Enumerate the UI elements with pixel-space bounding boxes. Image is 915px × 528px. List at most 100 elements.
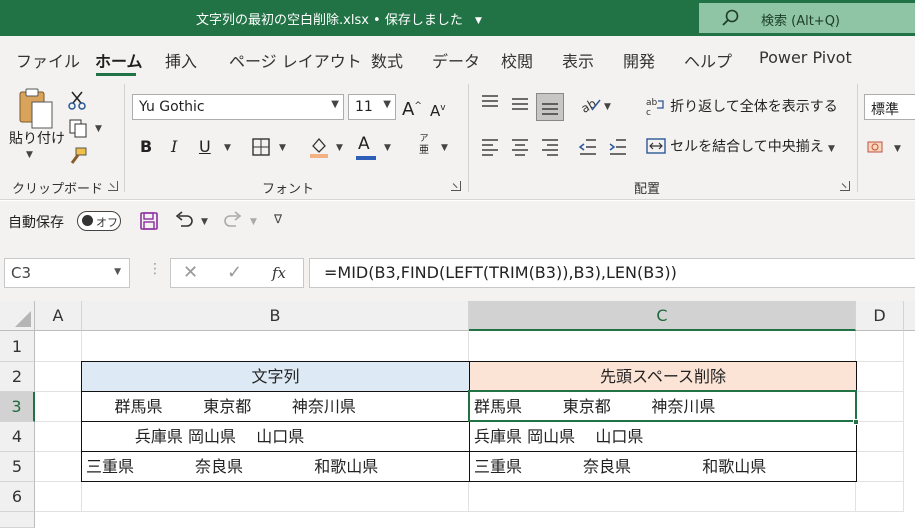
cell-c2[interactable]: 先頭スペース削除: [469, 361, 857, 392]
cell-a3[interactable]: [35, 392, 82, 422]
cell-b4[interactable]: 兵庫県 岡山県 山口県: [81, 421, 470, 452]
column-header-b[interactable]: B: [82, 301, 469, 331]
undo-dropdown-icon[interactable]: ▼: [201, 217, 208, 227]
cell-d3[interactable]: [856, 392, 904, 422]
row-header-1[interactable]: 1: [0, 331, 35, 362]
undo-icon[interactable]: [173, 211, 195, 231]
font-name-combo[interactable]: Yu Gothic ▼: [132, 94, 344, 120]
drag-handle-icon[interactable]: ⋮: [148, 261, 162, 277]
chevron-down-icon[interactable]: ▼: [114, 267, 121, 277]
cell-b1[interactable]: [82, 331, 469, 362]
column-header-c[interactable]: C: [469, 301, 856, 331]
format-painter-icon[interactable]: [68, 146, 88, 166]
orientation-icon[interactable]: ab: [578, 94, 602, 114]
tab-review[interactable]: 校閲: [501, 48, 533, 72]
tab-power-pivot[interactable]: Power Pivot: [759, 48, 852, 67]
borders-icon[interactable]: [251, 137, 271, 157]
align-bottom-button[interactable]: [536, 93, 564, 121]
paste-dropdown-icon[interactable]: ▼: [26, 150, 33, 160]
cell-d2[interactable]: [856, 362, 904, 392]
tab-help[interactable]: ヘルプ: [684, 48, 732, 72]
cell-c6[interactable]: [469, 482, 856, 512]
italic-button[interactable]: I: [171, 137, 177, 157]
cell-b6[interactable]: [82, 482, 469, 512]
chevron-down-icon[interactable]: ▼: [383, 99, 391, 110]
cell-a1[interactable]: [35, 331, 82, 362]
font-launcher-icon[interactable]: [451, 181, 461, 191]
search-box[interactable]: 検索 (Alt+Q): [699, 3, 915, 33]
cut-icon[interactable]: [68, 90, 86, 110]
cell-d4[interactable]: [856, 422, 904, 452]
currency-dropdown-icon[interactable]: ▼: [894, 144, 901, 154]
tab-home[interactable]: ホーム: [95, 48, 143, 72]
name-box[interactable]: C3 ▼: [4, 258, 130, 288]
grow-font-button[interactable]: A^: [402, 96, 422, 120]
row-header-2[interactable]: 2: [0, 362, 35, 392]
paste-button[interactable]: [16, 86, 56, 130]
paste-label[interactable]: 貼り付け: [9, 128, 65, 148]
redo-dropdown-icon[interactable]: ▼: [250, 217, 257, 227]
cell-a4[interactable]: [35, 422, 82, 452]
bold-button[interactable]: B: [140, 137, 152, 157]
autosave-toggle[interactable]: オフ: [77, 211, 121, 231]
insert-function-button[interactable]: fx: [272, 264, 286, 282]
align-top-icon[interactable]: [480, 94, 500, 110]
copy-dropdown-icon[interactable]: ▼: [95, 124, 102, 134]
align-center-icon[interactable]: [510, 138, 530, 156]
underline-button[interactable]: U: [199, 137, 211, 157]
cell-c4[interactable]: 兵庫県 岡山県 山口県: [469, 421, 857, 452]
align-right-icon[interactable]: [540, 138, 560, 156]
enter-icon[interactable]: ✓: [227, 262, 242, 283]
cell-c3[interactable]: 群馬県 東京都 神奈川県: [469, 391, 857, 422]
align-middle-icon[interactable]: [510, 96, 530, 112]
cell-a6[interactable]: [35, 482, 82, 512]
cell-a5[interactable]: [35, 452, 82, 482]
borders-dropdown-icon[interactable]: ▼: [279, 143, 286, 153]
fill-color-icon[interactable]: [308, 135, 330, 159]
phonetic-dropdown-icon[interactable]: ▼: [441, 143, 448, 153]
cell-b3[interactable]: 群馬県 東京都 神奈川県: [81, 391, 470, 422]
customize-qat-icon[interactable]: ∇: [274, 212, 282, 226]
align-left-icon[interactable]: [480, 138, 500, 156]
row-header-6[interactable]: 6: [0, 482, 35, 512]
underline-dropdown-icon[interactable]: ▼: [224, 143, 231, 153]
tab-view[interactable]: 表示: [562, 48, 594, 72]
increase-indent-icon[interactable]: [608, 138, 628, 156]
row-header-4[interactable]: 4: [0, 422, 35, 452]
merge-center-button[interactable]: セルを結合して中央揃え: [646, 136, 824, 160]
font-color-button[interactable]: A: [358, 134, 370, 154]
cell-a2[interactable]: [35, 362, 82, 392]
decrease-indent-icon[interactable]: [578, 138, 598, 156]
currency-format-icon[interactable]: [866, 138, 888, 158]
tab-formulas[interactable]: 数式: [371, 48, 403, 72]
clipboard-launcher-icon[interactable]: [108, 181, 118, 191]
redo-icon[interactable]: [222, 211, 244, 231]
column-header-e[interactable]: [904, 301, 915, 331]
row-header-3[interactable]: 3: [0, 392, 35, 422]
tab-developer[interactable]: 開発: [623, 48, 655, 72]
cell-d1[interactable]: [856, 331, 904, 362]
cell-c5[interactable]: 三重県 奈良県 和歌山県: [469, 451, 857, 482]
row-header-7[interactable]: [0, 512, 35, 528]
merge-dropdown-icon[interactable]: ▼: [828, 144, 835, 154]
number-format-combo[interactable]: 標準: [864, 94, 915, 120]
tab-data[interactable]: データ: [432, 48, 480, 72]
cell-d6[interactable]: [856, 482, 904, 512]
row-header-5[interactable]: 5: [0, 452, 35, 482]
tab-file[interactable]: ファイル: [16, 48, 80, 72]
cell-c1[interactable]: [469, 331, 856, 362]
cell-d5[interactable]: [856, 452, 904, 482]
shrink-font-button[interactable]: Av: [430, 98, 446, 121]
phonetic-guide-button[interactable]: ア 亜: [414, 134, 434, 158]
cell-b5[interactable]: 三重県 奈良県 和歌山県: [81, 451, 470, 482]
fill-handle[interactable]: [853, 419, 859, 425]
orientation-dropdown-icon[interactable]: ▼: [604, 102, 611, 112]
tab-page-layout[interactable]: ページ レイアウト: [229, 48, 362, 72]
font-size-combo[interactable]: 11 ▼: [348, 94, 396, 120]
font-color-dropdown-icon[interactable]: ▼: [384, 143, 391, 153]
alignment-launcher-icon[interactable]: [840, 181, 850, 191]
copy-icon[interactable]: [68, 118, 88, 138]
formula-input[interactable]: =MID(B3,FIND(LEFT(TRIM(B3)),B3),LEN(B3)): [309, 258, 915, 288]
cancel-icon[interactable]: ✕: [183, 262, 198, 283]
save-icon[interactable]: [139, 211, 159, 231]
